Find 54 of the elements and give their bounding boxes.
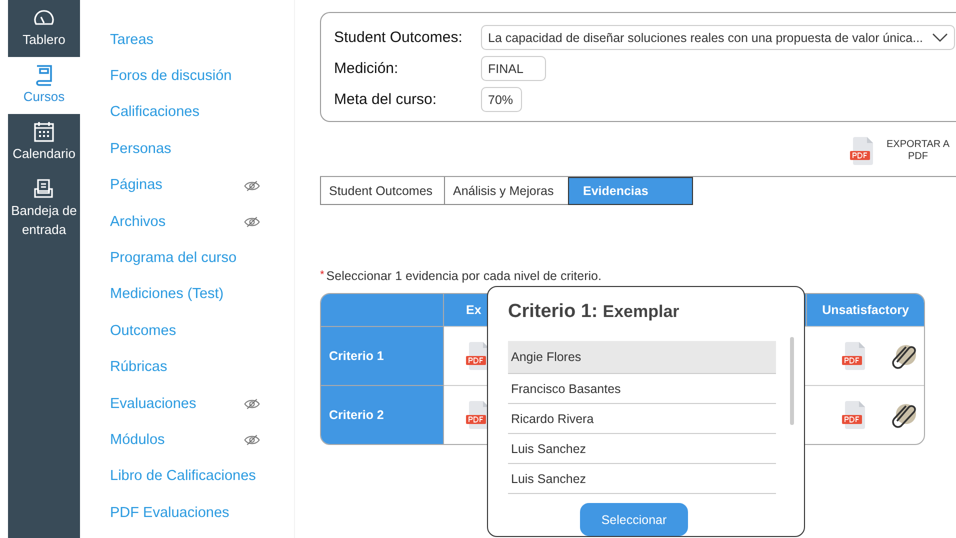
column-header: Unsatisfactory [807,294,924,326]
tab[interactable]: Evidencias [568,177,693,205]
nav-label: Bandeja de entrada [10,202,78,239]
course-nav-link[interactable]: Libro de Calificaciones [110,466,256,488]
nav-item[interactable]: Cursos [8,57,80,114]
field-label: Meta del curso: [334,91,438,108]
nav-item[interactable]: Calendario [8,114,80,171]
field-label: Medición: [334,60,400,77]
course-nav-link[interactable]: Evaluaciones [110,394,196,415]
outcome-dropdown[interactable]: La capacidad de diseñar soluciones reales con una propuesta de valor única... [481,25,955,50]
row-header: Criterio 2 [321,385,444,444]
goal-field[interactable]: 70% [481,87,522,112]
course-nav-link[interactable]: Módulos [110,430,165,451]
dialog-title: Criterio 1: [508,301,598,323]
course-nav-link[interactable]: PDF Evaluaciones [110,502,230,524]
course-nav-link[interactable]: Calificaciones [110,102,200,124]
measurement-field[interactable]: FINAL [481,56,546,81]
paperclip-icon[interactable] [890,401,918,429]
hidden-eye-icon [244,180,260,192]
course-nav-link[interactable]: Mediciones (Test) [110,284,224,306]
row-header: Criterio 1 [321,326,444,385]
nav-label: Tablero [22,31,66,49]
paperclip-icon[interactable] [890,342,918,370]
student-list-item[interactable]: Francisco Basantes [508,374,776,404]
nav-item[interactable]: Tablero [8,0,80,57]
student-list-item[interactable]: Luis Sanchez [508,434,776,464]
student-list-item[interactable]: Luis Sanchez [508,464,776,494]
hidden-eye-icon [244,398,260,410]
student-list-item[interactable]: Angie Flores [508,341,776,374]
dialog-subtitle: Exemplar [602,302,680,322]
field-label: Student Outcomes: [334,29,464,46]
hidden-eye-icon [244,434,260,446]
nav-label: Calendario [12,145,76,163]
required-mark: * [320,269,324,283]
student-list-item[interactable]: Ricardo Rivera [508,404,776,434]
chevron-icon [932,32,948,42]
course-nav-link[interactable]: Archivos [110,212,166,233]
scrollbar[interactable] [790,337,794,425]
course-nav-link[interactable]: Rúbricas [110,357,168,378]
course-nav-link[interactable]: Programa del curso [110,248,237,270]
hidden-eye-icon [244,216,260,228]
instruction-text: Seleccionar 1 evidencia por cada nivel de criterio. [326,269,602,283]
select-button[interactable]: Seleccionar [580,503,688,536]
nav-label: Cursos [23,88,65,106]
inbox-icon [32,177,56,201]
calendar-icon [32,120,56,144]
course-nav-link[interactable]: Tareas [110,30,154,51]
nav-item[interactable]: Bandeja de entrada [8,171,80,247]
course-nav-link[interactable]: Outcomes [110,320,176,342]
export-pdf-button[interactable]: EXPORTAR A PDF [886,139,950,163]
course-nav-link[interactable]: Personas [110,138,172,160]
tab[interactable]: Student Outcomes [320,177,445,205]
course-nav-link[interactable]: Páginas [110,175,162,196]
course-nav-link[interactable]: Foros de discusión [110,66,232,88]
